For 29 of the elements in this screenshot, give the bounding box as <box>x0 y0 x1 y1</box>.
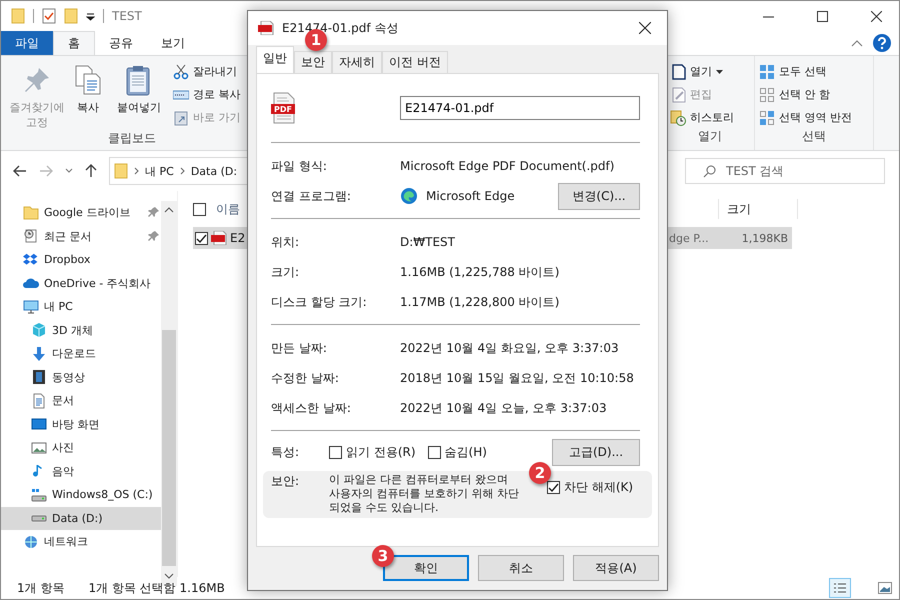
pdf-file-icon: PDF <box>271 92 297 124</box>
field-value: 1.17MB (1,228,800 바이트) <box>400 294 560 310</box>
field-value: Microsoft Edge PDF Document(.pdf) <box>400 159 614 173</box>
security-message: 이 파일은 다른 컴퓨터로부터 왔으며 사용자의 컴퓨터를 보호하기 위해 차단 되었을 수도 있습니다. <box>329 473 520 515</box>
file-size: 1,198KB <box>740 232 789 244</box>
field-value: Microsoft Edge <box>426 189 515 203</box>
field-value: 2018년 10월 15일 월요일, 오전 10:10:58 <box>400 370 634 386</box>
field-value: 2022년 10월 4일 오늘, 오후 3:37:03 <box>400 400 607 416</box>
status-text: 1개 항목 <box>17 580 64 596</box>
window-title: TEST <box>112 9 142 23</box>
field-label: 파일 형식: <box>271 158 328 174</box>
group-label: 열기 <box>697 128 723 145</box>
file-type: dge P... <box>669 232 710 244</box>
field-label: 위치: <box>271 234 300 250</box>
field-label: 디스크 할당 크기: <box>271 294 368 310</box>
field-value: 2022년 10월 4일 화요일, 오후 3:37:03 <box>400 340 619 356</box>
status-text: 1개 항목 선택함 1.16MB <box>88 580 225 596</box>
field-label: 액세스한 날짜: <box>271 400 352 416</box>
field-label: 특성: <box>271 444 300 460</box>
field-value: D:₩TEST <box>400 235 456 249</box>
field-value: 1.16MB (1,225,788 바이트) <box>400 264 560 280</box>
group-label: 선택 <box>801 128 827 145</box>
field-label: 연결 프로그램: <box>271 188 352 204</box>
group-label: 클립보드 <box>107 130 157 147</box>
field-label: 보안: <box>271 473 300 490</box>
file-name: E2 <box>230 231 246 245</box>
field-label: 크기: <box>271 264 300 280</box>
field-label: 수정한 날짜: <box>271 370 340 386</box>
field-label: 만든 날짜: <box>271 340 328 356</box>
